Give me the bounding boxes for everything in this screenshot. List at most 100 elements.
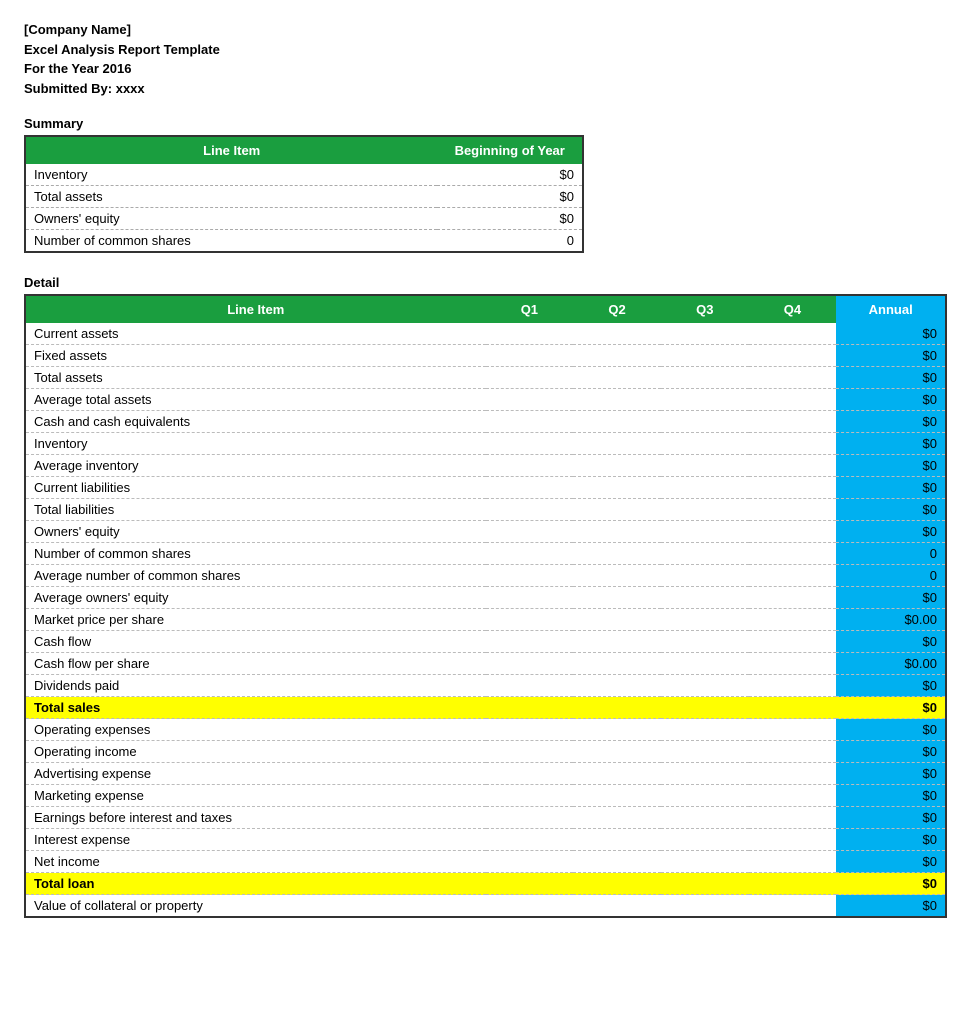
detail-row: Marketing expense $0: [25, 785, 946, 807]
detail-row-label: Fixed assets: [25, 345, 486, 367]
detail-row-label: Average owners' equity: [25, 587, 486, 609]
detail-row: Total assets $0: [25, 367, 946, 389]
detail-row-annual: $0.00: [836, 653, 946, 675]
detail-row-q4: [749, 631, 837, 653]
detail-row-q2: [573, 367, 661, 389]
detail-row-annual: $0: [836, 389, 946, 411]
detail-row-q1: [486, 829, 574, 851]
detail-row-annual: $0: [836, 631, 946, 653]
detail-row: Interest expense $0: [25, 829, 946, 851]
detail-row-q1: [486, 851, 574, 873]
detail-row-q3: [661, 433, 749, 455]
detail-table: Line Item Q1 Q2 Q3 Q4 Annual Current ass…: [24, 294, 947, 918]
summary-row-value: $0: [437, 164, 583, 186]
detail-row-q1: [486, 389, 574, 411]
detail-row: Current liabilities $0: [25, 477, 946, 499]
detail-row-q4: [749, 873, 837, 895]
detail-row-annual: $0: [836, 345, 946, 367]
detail-row-label: Advertising expense: [25, 763, 486, 785]
detail-row-q3: [661, 477, 749, 499]
detail-row-annual: $0: [836, 829, 946, 851]
detail-row-label: Current assets: [25, 323, 486, 345]
summary-row-label: Inventory: [25, 164, 437, 186]
detail-row-q2: [573, 719, 661, 741]
detail-row: Cash flow per share $0.00: [25, 653, 946, 675]
detail-row: Cash flow $0: [25, 631, 946, 653]
detail-row-q4: [749, 433, 837, 455]
summary-row-label: Owners' equity: [25, 208, 437, 230]
detail-row: Total sales $0: [25, 697, 946, 719]
detail-row-q2: [573, 631, 661, 653]
detail-row-q1: [486, 697, 574, 719]
detail-row-q4: [749, 697, 837, 719]
detail-row: Dividends paid $0: [25, 675, 946, 697]
summary-row: Inventory $0: [25, 164, 583, 186]
detail-label: Detail: [24, 275, 947, 290]
detail-row-annual: $0: [836, 741, 946, 763]
detail-row-q2: [573, 521, 661, 543]
detail-row-q3: [661, 741, 749, 763]
detail-row-q2: [573, 653, 661, 675]
detail-row-annual: $0: [836, 785, 946, 807]
detail-row-annual: $0: [836, 719, 946, 741]
summary-row: Total assets $0: [25, 186, 583, 208]
detail-row-q1: [486, 411, 574, 433]
detail-row: Cash and cash equivalents $0: [25, 411, 946, 433]
detail-row-q3: [661, 345, 749, 367]
detail-row-annual: $0: [836, 587, 946, 609]
detail-row-label: Owners' equity: [25, 521, 486, 543]
detail-row-label: Average number of common shares: [25, 565, 486, 587]
detail-row-q4: [749, 653, 837, 675]
detail-row-q3: [661, 455, 749, 477]
detail-row: Number of common shares 0: [25, 543, 946, 565]
detail-row-q2: [573, 323, 661, 345]
detail-row-q3: [661, 873, 749, 895]
detail-header-q2: Q2: [573, 295, 661, 323]
detail-row-label: Cash and cash equivalents: [25, 411, 486, 433]
detail-row-q4: [749, 411, 837, 433]
detail-row-annual: $0: [836, 433, 946, 455]
detail-row-q4: [749, 323, 837, 345]
summary-table: Line Item Beginning of Year Inventory $0…: [24, 135, 584, 253]
detail-row: Market price per share $0.00: [25, 609, 946, 631]
detail-row-q2: [573, 609, 661, 631]
detail-row: Advertising expense $0: [25, 763, 946, 785]
detail-row-q3: [661, 807, 749, 829]
detail-row-q2: [573, 675, 661, 697]
detail-row-q3: [661, 829, 749, 851]
submitted-by: Submitted By: xxxx: [24, 79, 947, 99]
detail-row-q4: [749, 477, 837, 499]
detail-row-q1: [486, 631, 574, 653]
detail-row-label: Cash flow: [25, 631, 486, 653]
detail-row-q4: [749, 543, 837, 565]
detail-row-q1: [486, 499, 574, 521]
detail-row-q3: [661, 719, 749, 741]
detail-row-label: Average inventory: [25, 455, 486, 477]
detail-row: Value of collateral or property $0: [25, 895, 946, 918]
detail-row-q2: [573, 873, 661, 895]
detail-row-label: Value of collateral or property: [25, 895, 486, 918]
summary-header-beginning: Beginning of Year: [437, 136, 583, 164]
detail-row-q2: [573, 389, 661, 411]
detail-row-q1: [486, 345, 574, 367]
detail-row-q4: [749, 609, 837, 631]
detail-row-label: Net income: [25, 851, 486, 873]
detail-row-q4: [749, 829, 837, 851]
detail-row-q1: [486, 565, 574, 587]
detail-row-annual: $0: [836, 763, 946, 785]
detail-row-q4: [749, 389, 837, 411]
detail-row-label: Average total assets: [25, 389, 486, 411]
detail-row-annual: $0: [836, 477, 946, 499]
detail-row-q4: [749, 367, 837, 389]
detail-row-q3: [661, 499, 749, 521]
detail-row-q2: [573, 345, 661, 367]
detail-row-q3: [661, 521, 749, 543]
detail-row-label: Total sales: [25, 697, 486, 719]
detail-row-q1: [486, 477, 574, 499]
detail-row-q3: [661, 785, 749, 807]
detail-row: Average total assets $0: [25, 389, 946, 411]
detail-row-q2: [573, 455, 661, 477]
detail-row: Average number of common shares 0: [25, 565, 946, 587]
detail-row-q2: [573, 477, 661, 499]
detail-header-annual: Annual: [836, 295, 946, 323]
